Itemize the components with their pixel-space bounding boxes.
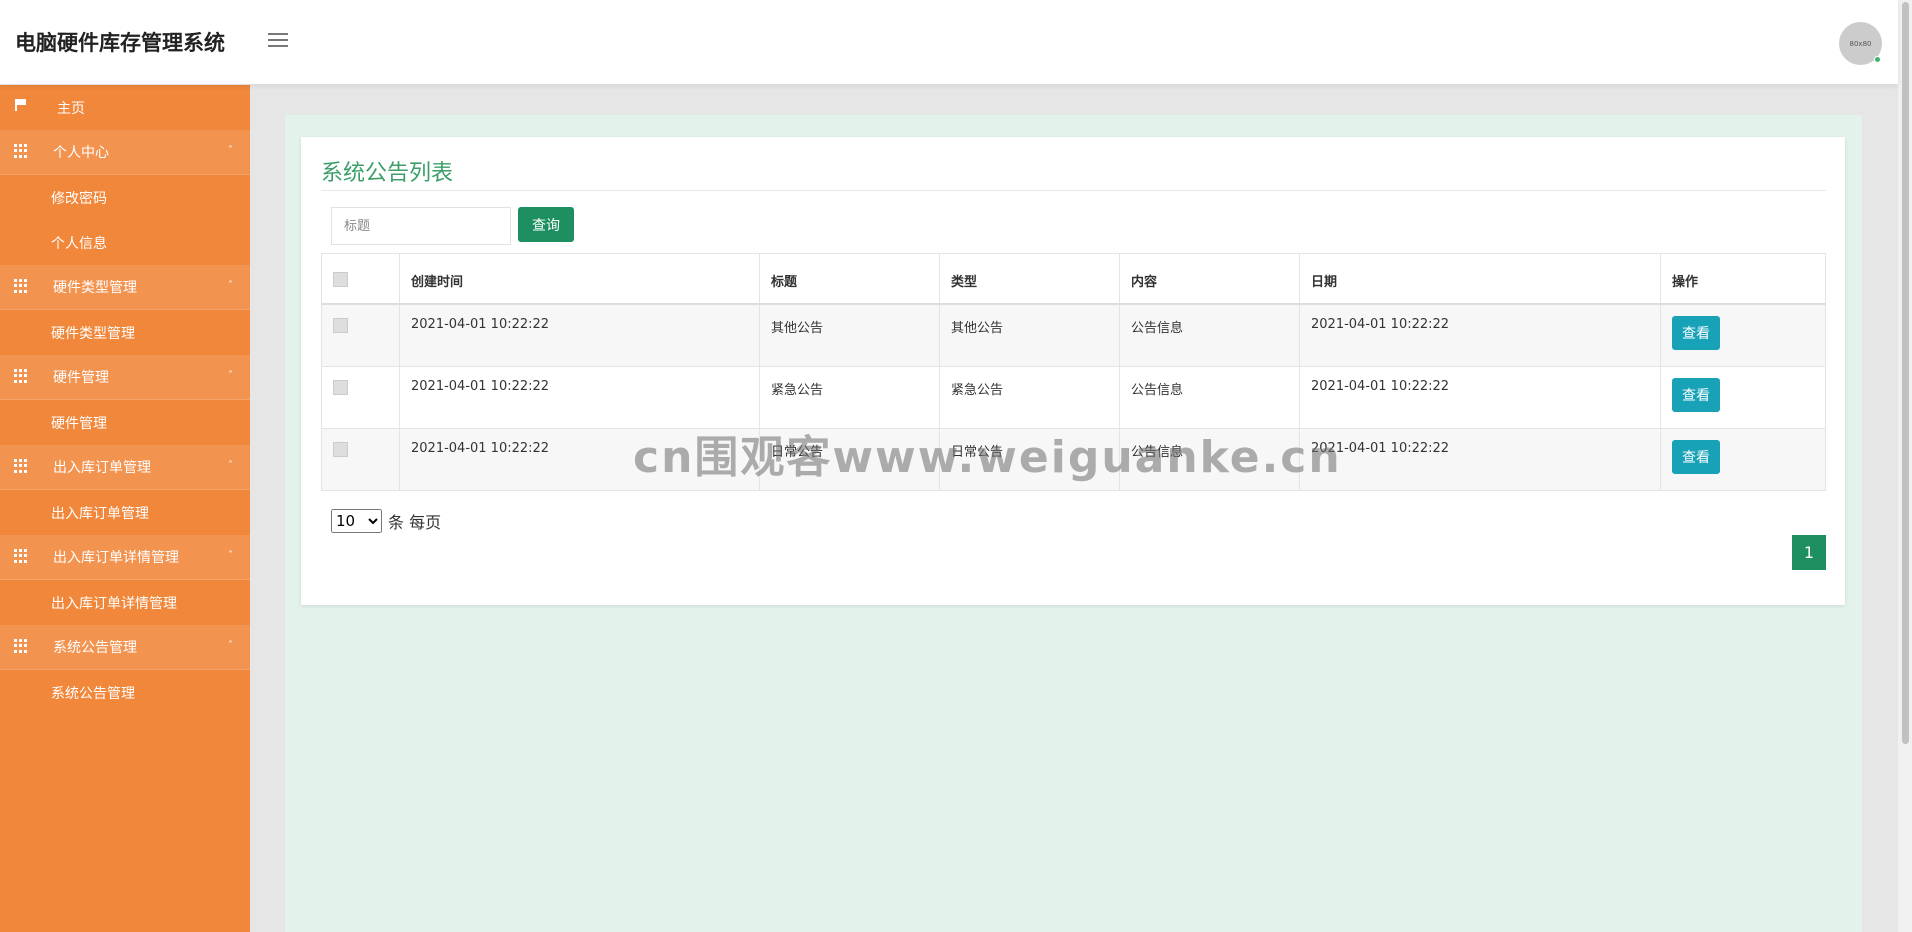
- column-header: 日期: [1299, 253, 1661, 305]
- cell-content: 公告信息: [1119, 303, 1300, 367]
- view-button[interactable]: 查看: [1672, 439, 1720, 474]
- avatar[interactable]: 80x80: [1839, 22, 1882, 65]
- main-content: 系统公告列表 查询 创建时间 标题 类型 内容 日期 操作 2021-04-0: [285, 115, 1862, 932]
- flag-icon: [14, 99, 28, 113]
- search-button[interactable]: 查询: [518, 207, 574, 242]
- column-header: 内容: [1119, 253, 1300, 305]
- cell-type: 紧急公告: [939, 365, 1120, 429]
- select-all-checkbox[interactable]: [333, 272, 348, 287]
- sidebar-item-hardware[interactable]: 硬件管理: [0, 400, 250, 445]
- view-button[interactable]: 查看: [1672, 316, 1720, 350]
- grid-icon: [14, 144, 28, 158]
- online-status-dot: [1874, 56, 1881, 63]
- sidebar-item-label: 硬件类型管理: [53, 280, 137, 296]
- app-title: 电脑硬件库存管理系统: [15, 31, 225, 55]
- cell-actions: 查看: [1660, 365, 1826, 429]
- cell-date: 2021-04-01 10:22:22: [1299, 365, 1661, 429]
- hamburger-menu-icon[interactable]: [268, 33, 288, 49]
- cell-actions: 查看: [1660, 427, 1826, 491]
- row-select-cell: [321, 365, 400, 429]
- page-scrollbar[interactable]: [1898, 0, 1912, 932]
- sidebar-item-label: 硬件管理: [53, 370, 109, 386]
- search-title-input[interactable]: [331, 207, 511, 245]
- cell-content: 公告信息: [1119, 365, 1300, 429]
- sidebar-item-label: 硬件管理: [51, 415, 107, 432]
- page-title: 系统公告列表: [321, 161, 454, 186]
- chevron-up-icon: ˄: [228, 460, 233, 471]
- watermark: cn围观客www.weiguanke.cn: [633, 432, 1342, 483]
- page-size-label: 条 每页: [388, 513, 442, 532]
- avatar-placeholder-text: 80x80: [1849, 39, 1872, 48]
- grid-icon: [14, 639, 28, 653]
- cell-title: 其他公告: [759, 303, 940, 367]
- sidebar-item-label: 出入库订单详情管理: [53, 550, 179, 566]
- sidebar-item-label: 主页: [57, 100, 85, 117]
- grid-icon: [14, 459, 28, 473]
- sidebar-item-stock-order-details[interactable]: 出入库订单详情管理: [0, 580, 250, 625]
- row-select-cell: [321, 427, 400, 491]
- sidebar-item-label: 修改密码: [51, 190, 107, 207]
- sidebar: 主页 个人中心 ˄ 修改密码 个人信息 硬件类型管理 ˄ 硬件类型管理 硬件管理…: [0, 85, 250, 932]
- sidebar-item-announcements[interactable]: 系统公告管理: [0, 670, 250, 715]
- scroll-thumb[interactable]: [1902, 2, 1909, 744]
- sidebar-group-stock-orders[interactable]: 出入库订单管理 ˄: [0, 445, 250, 490]
- column-header: 操作: [1660, 253, 1826, 305]
- sidebar-group-stock-order-details[interactable]: 出入库订单详情管理 ˄: [0, 535, 250, 580]
- cell-created-time: 2021-04-01 10:22:22: [399, 365, 760, 429]
- sidebar-group-hardware[interactable]: 硬件管理 ˄: [0, 355, 250, 400]
- sidebar-item-label: 出入库订单详情管理: [51, 595, 177, 612]
- row-select-cell: [321, 303, 400, 367]
- sidebar-item-hardware-type[interactable]: 硬件类型管理: [0, 310, 250, 355]
- sidebar-item-label: 个人信息: [51, 235, 107, 252]
- sidebar-item-home[interactable]: 主页: [0, 85, 250, 130]
- cell-title: 紧急公告: [759, 365, 940, 429]
- sidebar-group-personal-center[interactable]: 个人中心 ˄: [0, 130, 250, 175]
- sidebar-item-label: 系统公告管理: [51, 685, 135, 702]
- select-all-cell: [321, 253, 400, 305]
- pagination-page-button[interactable]: 1: [1792, 535, 1826, 570]
- sidebar-group-hardware-type[interactable]: 硬件类型管理 ˄: [0, 265, 250, 310]
- row-checkbox[interactable]: [333, 379, 348, 395]
- row-checkbox[interactable]: [333, 318, 348, 333]
- row-checkbox[interactable]: [333, 441, 348, 457]
- table-row: 2021-04-01 10:22:22 其他公告 其他公告 公告信息 2021-…: [321, 303, 1826, 367]
- column-header: 类型: [939, 253, 1120, 305]
- chevron-up-icon: ˄: [228, 145, 233, 156]
- cell-date: 2021-04-01 10:22:22: [1299, 427, 1661, 491]
- table-header-row: 创建时间 标题 类型 内容 日期 操作: [321, 253, 1826, 305]
- announcement-list-card: 系统公告列表 查询 创建时间 标题 类型 内容 日期 操作 2021-04-0: [301, 137, 1845, 605]
- column-header: 标题: [759, 253, 940, 305]
- title-divider: [321, 190, 1826, 191]
- top-header: 电脑硬件库存管理系统 80x80: [0, 0, 1898, 85]
- chevron-up-icon: ˄: [228, 280, 233, 291]
- cell-created-time: 2021-04-01 10:22:22: [399, 303, 760, 367]
- grid-icon: [14, 549, 28, 563]
- sidebar-item-label: 出入库订单管理: [51, 505, 149, 522]
- cell-actions: 查看: [1660, 303, 1826, 367]
- column-header: 创建时间: [399, 253, 760, 305]
- cell-type: 其他公告: [939, 303, 1120, 367]
- grid-icon: [14, 279, 28, 293]
- grid-icon: [14, 369, 28, 383]
- page-size-select[interactable]: 10: [331, 509, 382, 533]
- cell-date: 2021-04-01 10:22:22: [1299, 303, 1661, 367]
- sidebar-item-change-password[interactable]: 修改密码: [0, 175, 250, 220]
- sidebar-item-personal-info[interactable]: 个人信息: [0, 220, 250, 265]
- chevron-up-icon: ˄: [228, 550, 233, 561]
- page-size-control: 10 条 每页: [331, 509, 441, 533]
- view-button[interactable]: 查看: [1672, 377, 1720, 412]
- sidebar-item-label: 出入库订单管理: [53, 460, 151, 476]
- sidebar-item-label: 硬件类型管理: [51, 325, 135, 342]
- sidebar-group-announcements[interactable]: 系统公告管理 ˄: [0, 625, 250, 670]
- chevron-up-icon: ˄: [228, 370, 233, 381]
- sidebar-item-label: 系统公告管理: [53, 640, 137, 656]
- sidebar-item-label: 个人中心: [53, 145, 109, 161]
- chevron-up-icon: ˄: [228, 640, 233, 651]
- table-row: 2021-04-01 10:22:22 紧急公告 紧急公告 公告信息 2021-…: [321, 365, 1826, 429]
- sidebar-item-stock-orders[interactable]: 出入库订单管理: [0, 490, 250, 535]
